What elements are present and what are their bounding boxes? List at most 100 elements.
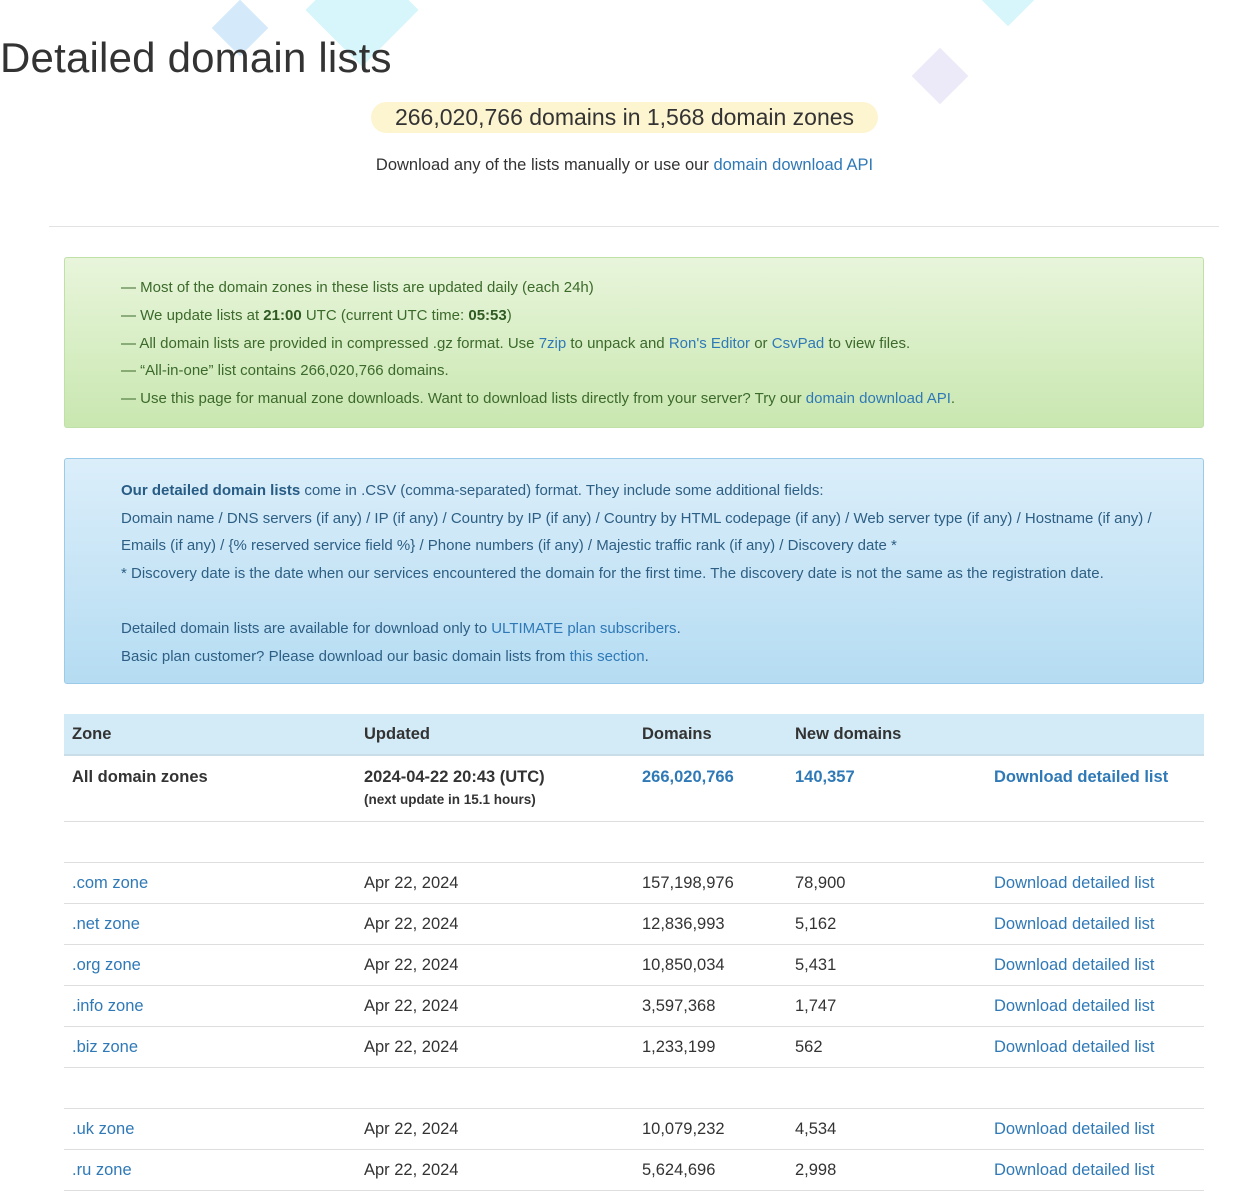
zone-cell: .org zone: [64, 944, 356, 986]
action-cell: Download detailed list: [986, 1108, 1204, 1150]
notice-text: — We update lists at: [121, 306, 260, 324]
action-cell: Download detailed list: [986, 862, 1204, 904]
zone-link[interactable]: .info zone: [72, 997, 144, 1015]
domains-count: 157,198,976: [634, 862, 787, 904]
table-spacer: [64, 821, 1204, 863]
header-action: [986, 714, 1204, 756]
info-line: Our detailed domain lists come in .CSV (…: [121, 477, 1203, 505]
zone-link[interactable]: .ru zone: [72, 1161, 132, 1179]
domains-count: 3,597,368: [634, 985, 787, 1027]
table-spacer: [64, 1067, 1204, 1109]
zone-link[interactable]: .biz zone: [72, 1038, 138, 1056]
divider: [49, 226, 1219, 227]
new-domains-count: 2,998: [787, 1149, 986, 1191]
updated-date: Apr 22, 2024: [356, 944, 634, 986]
notice-line: — All domain lists are provided in compr…: [121, 330, 1203, 358]
basic-lists-link[interactable]: this section: [570, 648, 645, 665]
updated-date: Apr 22, 2024: [356, 1026, 634, 1068]
download-all-button[interactable]: Download detailed list: [994, 768, 1168, 786]
current-time: 05:53: [468, 306, 507, 324]
zone-link[interactable]: .uk zone: [72, 1120, 134, 1138]
download-button[interactable]: Download detailed list: [994, 1120, 1155, 1138]
page-title: Detailed domain lists: [0, 34, 392, 81]
update-time: 21:00: [263, 306, 302, 324]
rons-editor-link[interactable]: Ron's Editor: [669, 335, 750, 352]
zone-cell: .net zone: [64, 903, 356, 945]
domains-count: 1,233,199: [634, 1026, 787, 1068]
zone-link[interactable]: .net zone: [72, 915, 140, 933]
update-notice: — Most of the domain zones in these list…: [64, 257, 1204, 428]
updated-date: Apr 22, 2024: [356, 862, 634, 904]
action-cell: Download detailed list: [986, 755, 1204, 822]
domains-count: 10,079,232: [634, 1108, 787, 1150]
api-link[interactable]: domain download API: [806, 390, 951, 407]
domains-count: 10,850,034: [634, 944, 787, 986]
download-button[interactable]: Download detailed list: [994, 956, 1155, 974]
notice-text: — Use this page for manual zone download…: [121, 390, 802, 408]
table-row: .ru zone Apr 22, 2024 5,624,696 2,998 Do…: [64, 1149, 1204, 1191]
info-text: .: [676, 620, 681, 638]
updated-date: Apr 22, 2024: [356, 903, 634, 945]
info-text: Basic plan customer? Please download our…: [121, 647, 566, 665]
download-button[interactable]: Download detailed list: [994, 1161, 1155, 1179]
spacer-cell: [64, 821, 1204, 863]
new-domains-count: 562: [787, 1026, 986, 1068]
subline-text: Download any of the lists manually or us…: [375, 156, 709, 174]
table-row: .uk zone Apr 22, 2024 10,079,232 4,534 D…: [64, 1108, 1204, 1150]
table-row-all: All domain zones 2024-04-22 20:43 (UTC) …: [64, 755, 1204, 822]
table-row: .info zone Apr 22, 2024 3,597,368 1,747 …: [64, 985, 1204, 1027]
zone-cell: .biz zone: [64, 1026, 356, 1068]
subline: Download any of the lists manually or us…: [0, 156, 1249, 175]
updated-date: Apr 22, 2024: [356, 985, 634, 1027]
notice-line: — Use this page for manual zone download…: [121, 385, 1203, 413]
notice-text: to unpack and: [570, 334, 665, 352]
info-line: * Discovery date is the date when our se…: [121, 564, 1104, 582]
header-zone: Zone: [64, 714, 356, 756]
download-button[interactable]: Download detailed list: [994, 1038, 1155, 1056]
ultimate-plan-link[interactable]: ULTIMATE plan subscribers: [491, 620, 676, 637]
info-line: Emails (if any) / {% reserved service fi…: [121, 537, 897, 555]
spacer-cell: [64, 1067, 1204, 1109]
zone-cell: .ru zone: [64, 1149, 356, 1191]
zones-table: Zone Updated Domains New domains All dom…: [64, 714, 1204, 1191]
header-updated: Updated: [356, 714, 634, 756]
next-update: (next update in 15.1 hours): [364, 792, 536, 807]
action-cell: Download detailed list: [986, 1026, 1204, 1068]
header-new-domains: New domains: [787, 714, 986, 756]
domains-count: 12,836,993: [634, 903, 787, 945]
notice-line: — Most of the domain zones in these list…: [121, 279, 594, 296]
zone-cell: .info zone: [64, 985, 356, 1027]
table-row: .com zone Apr 22, 2024 157,198,976 78,90…: [64, 862, 1204, 904]
download-button[interactable]: Download detailed list: [994, 874, 1155, 892]
zone-link[interactable]: .com zone: [72, 874, 148, 892]
updated-date: Apr 22, 2024: [356, 1149, 634, 1191]
zone-name: All domain zones: [64, 755, 356, 822]
notice-line: — We update lists at 21:00 UTC (current …: [121, 302, 1203, 330]
new-domains-count: 78,900: [787, 862, 986, 904]
notice-text: to view files.: [828, 334, 911, 352]
action-cell: Download detailed list: [986, 985, 1204, 1027]
updated-cell: 2024-04-22 20:43 (UTC) (next update in 1…: [356, 755, 634, 822]
domains-count: 5,624,696: [634, 1149, 787, 1191]
info-line: Domain name / DNS servers (if any) / IP …: [121, 509, 1152, 527]
action-cell: Download detailed list: [986, 944, 1204, 986]
api-link[interactable]: domain download API: [713, 156, 873, 174]
zone-link[interactable]: .org zone: [72, 956, 141, 974]
download-button[interactable]: Download detailed list: [994, 997, 1155, 1015]
7zip-link[interactable]: 7zip: [539, 335, 567, 352]
summary-wrap: 266,020,766 domains in 1,568 domain zone…: [0, 102, 1249, 133]
download-button[interactable]: Download detailed list: [994, 915, 1155, 933]
header-domains: Domains: [634, 714, 787, 756]
info-line: Basic plan customer? Please download our…: [121, 643, 1203, 671]
zone-cell: .uk zone: [64, 1108, 356, 1150]
new-domains-count: 4,534: [787, 1108, 986, 1150]
action-cell: Download detailed list: [986, 903, 1204, 945]
new-domains-count: 5,162: [787, 903, 986, 945]
info-bold: Our detailed domain lists: [121, 482, 301, 499]
updated-date: 2024-04-22 20:43 (UTC): [364, 768, 545, 786]
csvpad-link[interactable]: CsvPad: [772, 335, 825, 352]
new-domains-count: 140,357: [787, 755, 986, 822]
new-domains-count: 1,747: [787, 985, 986, 1027]
notice-text: UTC (current UTC time:: [305, 306, 465, 324]
